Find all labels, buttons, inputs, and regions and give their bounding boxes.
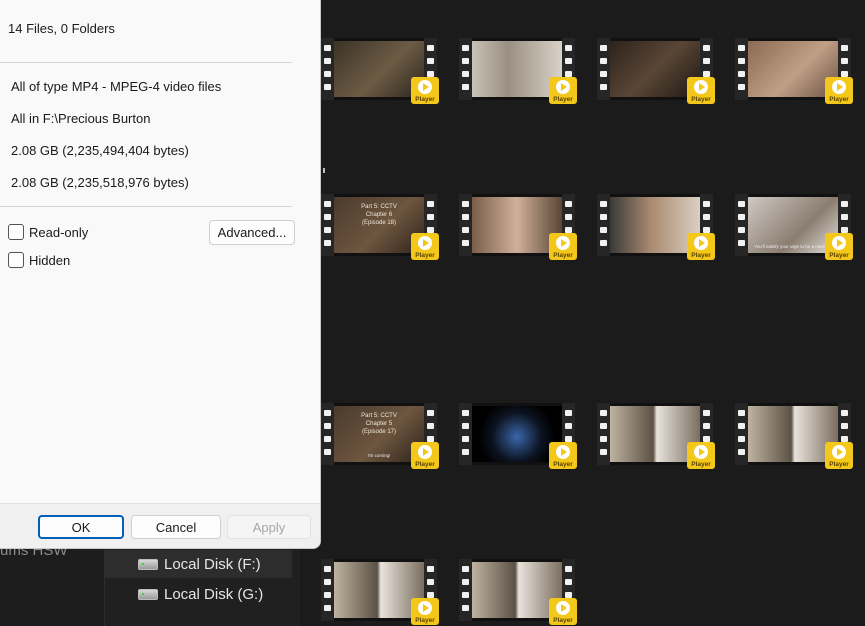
player-badge-label: Player [415, 96, 435, 103]
player-badge-label: Player [415, 461, 435, 468]
video-thumbnail[interactable]: Player [597, 194, 715, 260]
player-badge-icon: Player [411, 598, 439, 625]
thumbnail-caption: Part 5: CCTV Chapter 6 (Episode 18) [361, 204, 397, 226]
type-info: All of type MP4 - MPEG-4 video files [11, 79, 222, 94]
readonly-checkbox[interactable]: Read-only [8, 224, 88, 240]
player-badge-label: Player [829, 461, 849, 468]
play-icon [832, 80, 846, 94]
player-badge-label: Player [553, 252, 573, 259]
video-thumbnail[interactable]: Player [459, 559, 577, 625]
player-badge-icon: Player [411, 233, 439, 260]
play-icon [556, 236, 570, 250]
video-thumbnail[interactable]: Player [735, 38, 853, 104]
film-strip [459, 559, 472, 621]
player-badge-label: Player [415, 617, 435, 624]
thumbnail-caption: Part 5: CCTV Chapter 5 (Episode 17) [361, 413, 397, 435]
video-thumbnail[interactable]: You'll satisfy your urge to be a member P… [735, 194, 853, 260]
player-badge-icon: Player [687, 442, 715, 469]
video-thumbnail[interactable]: Player [459, 194, 577, 260]
video-thumbnail[interactable]: Part 5: CCTV Chapter 5 (Episode 17) I'm c… [321, 403, 439, 469]
play-icon [694, 445, 708, 459]
play-icon [418, 445, 432, 459]
video-thumbnail[interactable]: Player [321, 559, 439, 625]
player-badge-label: Player [553, 461, 573, 468]
film-strip [321, 403, 334, 465]
player-badge-icon: Player [687, 233, 715, 260]
hidden-checkbox[interactable]: Hidden [8, 252, 70, 268]
film-strip [597, 403, 610, 465]
player-badge-label: Player [553, 617, 573, 624]
cancel-button[interactable]: Cancel [131, 515, 221, 539]
player-badge-label: Player [691, 252, 711, 259]
hidden-label: Hidden [29, 252, 71, 268]
play-icon [418, 236, 432, 250]
sidebar-item-local-disk-g[interactable]: Local Disk (G:) [104, 580, 292, 608]
player-badge-label: Player [829, 252, 849, 259]
checkbox-box[interactable] [8, 252, 24, 268]
film-strip [735, 194, 748, 256]
divider [0, 206, 292, 207]
video-thumbnail[interactable]: Player [459, 38, 577, 104]
player-badge-icon: Player [411, 442, 439, 469]
apply-button[interactable]: Apply [227, 515, 311, 539]
play-icon [694, 236, 708, 250]
advanced-button[interactable]: Advanced... [209, 220, 295, 245]
player-badge-icon: Player [411, 77, 439, 104]
divider [0, 62, 292, 63]
player-badge-icon: Player [549, 442, 577, 469]
player-badge-icon: Player [825, 442, 853, 469]
player-badge-label: Player [415, 252, 435, 259]
play-icon [418, 601, 432, 615]
nav-left-column: ums HSW [0, 540, 105, 626]
film-strip [459, 403, 472, 465]
video-thumbnail[interactable]: Part 5: CCTV Chapter 6 (Episode 18) Playe… [321, 194, 439, 260]
sidebar-item-label: Local Disk (G:) [164, 585, 264, 603]
video-thumbnail[interactable]: Player [735, 403, 853, 469]
player-badge-icon: Player [825, 233, 853, 260]
play-icon [832, 445, 846, 459]
play-icon [556, 80, 570, 94]
film-strip [735, 38, 748, 100]
video-thumbnail[interactable]: Player [459, 403, 577, 469]
play-icon [556, 445, 570, 459]
location-info: All in F:\Precious Burton [11, 111, 151, 126]
film-strip [321, 559, 334, 621]
size-on-disk-value: 2.08 GB (2,235,518,976 bytes) [11, 175, 189, 190]
player-badge-icon: Player [549, 598, 577, 625]
film-strip [459, 194, 472, 256]
film-strip [321, 194, 334, 256]
play-icon [694, 80, 708, 94]
film-strip [459, 38, 472, 100]
drive-icon [138, 588, 158, 600]
film-strip [735, 403, 748, 465]
readonly-label: Read-only [29, 224, 89, 240]
player-badge-label: Player [553, 96, 573, 103]
play-icon [556, 601, 570, 615]
sidebar-item-local-disk-f[interactable]: Local Disk (F:) [104, 550, 292, 578]
play-icon [418, 80, 432, 94]
player-badge-label: Player [691, 96, 711, 103]
sidebar-item-label: Local Disk (F:) [164, 555, 261, 573]
player-badge-icon: Player [825, 77, 853, 104]
player-badge-icon: Player [549, 77, 577, 104]
film-strip [321, 38, 334, 100]
properties-dialog: 14 Files, 0 Folders All of type MP4 - MP… [0, 0, 321, 549]
drive-icon [138, 558, 158, 570]
film-strip [597, 194, 610, 256]
checkbox-box[interactable] [8, 224, 24, 240]
play-icon [832, 236, 846, 250]
player-badge-label: Player [691, 461, 711, 468]
player-badge-label: Player [829, 96, 849, 103]
film-strip [597, 38, 610, 100]
video-thumbnail[interactable]: Player [321, 38, 439, 104]
player-badge-icon: Player [687, 77, 715, 104]
player-badge-icon: Player [549, 233, 577, 260]
size-value: 2.08 GB (2,235,494,404 bytes) [11, 143, 189, 158]
video-thumbnail[interactable]: Player [597, 403, 715, 469]
selection-summary: 14 Files, 0 Folders [8, 21, 115, 36]
stray-mark [323, 168, 325, 173]
video-thumbnail[interactable]: Player [597, 38, 715, 104]
ok-button[interactable]: OK [38, 515, 124, 539]
